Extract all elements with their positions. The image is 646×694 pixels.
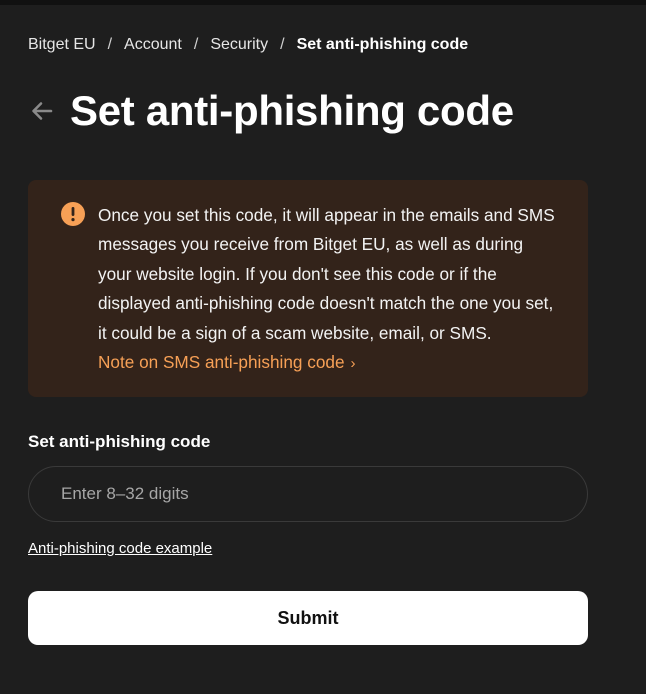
notice-text: Once you set this code, it will appear i… <box>98 201 560 397</box>
breadcrumb-separator: / <box>107 36 113 53</box>
breadcrumb: Bitget EU / Account / Security / Set ant… <box>28 35 468 55</box>
breadcrumb-separator: / <box>193 36 199 53</box>
anti-phishing-code-input[interactable] <box>29 467 587 521</box>
arrow-left-icon[interactable] <box>28 97 56 125</box>
chevron-right-icon: › <box>350 355 356 373</box>
sms-note-link[interactable]: Note on SMS anti-phishing code › <box>98 352 356 372</box>
code-field-label: Set anti-phishing code <box>28 432 211 451</box>
code-input-wrapper <box>28 466 588 522</box>
page-header: Set anti-phishing code <box>28 86 514 136</box>
top-bar <box>0 0 646 5</box>
breadcrumb-item-account[interactable]: Account <box>124 35 182 55</box>
anti-phishing-example-link[interactable]: Anti-phishing code example <box>28 539 212 559</box>
breadcrumb-item-bitget-eu[interactable]: Bitget EU <box>28 35 96 55</box>
exclamation-circle-icon <box>61 202 85 226</box>
submit-button[interactable]: Submit <box>28 591 588 645</box>
breadcrumb-item-current: Set anti-phishing code <box>296 36 469 53</box>
breadcrumb-item-security[interactable]: Security <box>210 35 268 55</box>
page-title: Set anti-phishing code <box>70 87 514 134</box>
warning-notice: Once you set this code, it will appear i… <box>28 180 588 397</box>
breadcrumb-separator: / <box>280 36 285 53</box>
sms-note-link-label: Note on SMS anti-phishing code <box>98 352 345 373</box>
notice-body: Once you set this code, it will appear i… <box>98 205 555 343</box>
